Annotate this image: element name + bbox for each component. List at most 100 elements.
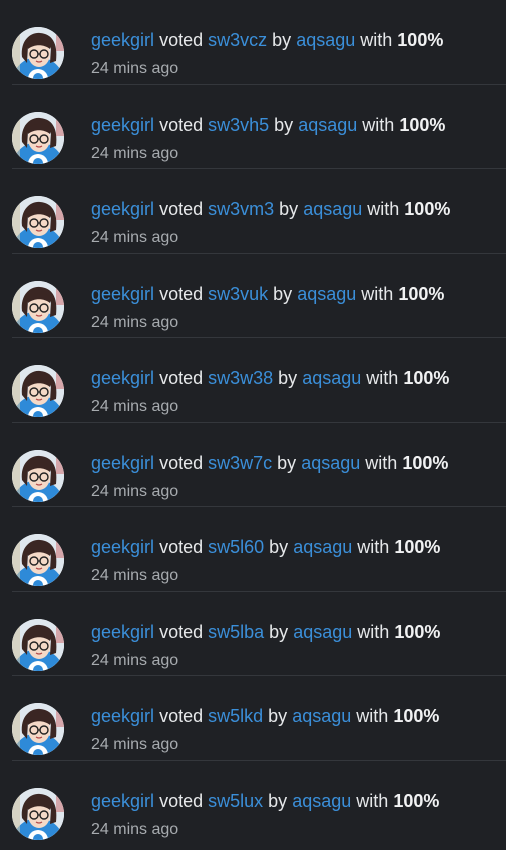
vote-summary: geekgirl voted sw5lba by aqsagu with 100… (91, 622, 440, 643)
action-text: voted (159, 30, 204, 50)
vote-list-item: geekgirl voted sw3w7c by aqsagu with 100… (12, 423, 506, 507)
post-link[interactable]: sw5lba (208, 622, 264, 642)
avatar-image (12, 27, 64, 79)
post-link[interactable]: sw5l60 (208, 537, 264, 557)
avatar-image (12, 703, 64, 755)
action-text: voted (159, 114, 204, 135)
avatar[interactable] (12, 280, 64, 333)
author-link[interactable]: aqsagu (293, 537, 352, 557)
vote-list-item: geekgirl voted sw3w38 by aqsagu with 100… (12, 338, 506, 423)
voter-link[interactable]: geekgirl (91, 706, 154, 726)
vote-weight: 100% (394, 537, 441, 557)
avatar-image (12, 196, 64, 248)
vote-list-item: geekgirl voted sw5lkd by aqsagu with 100… (12, 676, 506, 761)
author-link[interactable]: aqsagu (302, 368, 361, 388)
avatar-image (12, 365, 64, 417)
avatar[interactable] (12, 449, 64, 502)
with-text: with (366, 368, 399, 388)
avatar-image (12, 449, 64, 502)
timestamp: 24 mins ago (91, 820, 179, 838)
action-text: voted (159, 368, 204, 388)
vote-summary: geekgirl voted sw5lkd by aqsagu with 100… (91, 706, 439, 727)
author-link[interactable]: aqsagu (292, 791, 351, 811)
voter-link[interactable]: geekgirl (91, 368, 154, 388)
vote-weight: 100% (404, 199, 451, 219)
vote-weight: 100% (397, 30, 444, 50)
action-text: voted (159, 283, 204, 304)
by-text: by (274, 114, 294, 135)
avatar[interactable] (12, 365, 64, 417)
author-link[interactable]: aqsagu (293, 622, 352, 642)
avatar[interactable] (12, 27, 64, 79)
author-link[interactable]: aqsagu (292, 706, 351, 726)
vote-summary: geekgirl voted sw3vm3 by aqsagu with 100… (91, 199, 450, 220)
voter-link[interactable]: geekgirl (91, 199, 154, 219)
avatar-image (12, 280, 64, 333)
vote-list-item: geekgirl voted sw3vh5 by aqsagu with 100… (12, 85, 506, 169)
timestamp: 24 mins ago (91, 398, 179, 415)
voter-link[interactable]: geekgirl (91, 791, 154, 811)
avatar[interactable] (12, 111, 64, 164)
avatar-image (12, 111, 64, 164)
vote-summary: geekgirl voted sw3w7c by aqsagu with 100… (91, 453, 448, 474)
with-text: with (356, 790, 389, 811)
author-link[interactable]: aqsagu (297, 284, 356, 304)
author-link[interactable]: aqsagu (298, 115, 357, 135)
with-text: with (365, 452, 398, 473)
post-link[interactable]: sw3vh5 (208, 115, 269, 135)
avatar[interactable] (12, 787, 64, 840)
vote-summary: geekgirl voted sw3w38 by aqsagu with 100… (91, 368, 449, 389)
vote-summary: geekgirl voted sw3vcz by aqsagu with 100… (91, 30, 443, 51)
avatar[interactable] (12, 618, 64, 671)
by-text: by (269, 621, 289, 642)
timestamp: 24 mins ago (91, 736, 179, 753)
post-link[interactable]: sw5lkd (208, 706, 263, 726)
action-text: voted (159, 452, 204, 473)
timestamp: 24 mins ago (91, 313, 179, 331)
avatar[interactable] (12, 196, 64, 248)
by-text: by (278, 368, 298, 388)
post-link[interactable]: sw5lux (208, 791, 263, 811)
vote-summary: geekgirl voted sw5l60 by aqsagu with 100… (91, 537, 440, 558)
by-text: by (269, 537, 289, 557)
vote-weight: 100% (402, 452, 449, 473)
avatar-image (12, 534, 64, 586)
vote-weight: 100% (399, 114, 446, 135)
author-link[interactable]: aqsagu (301, 453, 360, 473)
with-text: with (357, 621, 390, 642)
voter-link[interactable]: geekgirl (91, 537, 154, 557)
vote-list-item: geekgirl voted sw5l60 by aqsagu with 100… (12, 507, 506, 592)
vote-summary: geekgirl voted sw3vuk by aqsagu with 100… (91, 284, 444, 305)
avatar[interactable] (12, 534, 64, 586)
action-text: voted (159, 621, 204, 642)
action-text: voted (159, 706, 204, 726)
voter-link[interactable]: geekgirl (91, 115, 154, 135)
action-text: voted (159, 537, 204, 557)
with-text: with (361, 283, 394, 304)
action-text: voted (159, 790, 204, 811)
by-text: by (268, 706, 288, 726)
vote-activity-feed: geekgirl voted sw3vcz by aqsagu with 100… (0, 0, 506, 850)
vote-weight: 100% (393, 790, 440, 811)
timestamp: 24 mins ago (91, 651, 179, 669)
by-text: by (268, 790, 288, 811)
author-link[interactable]: aqsagu (296, 30, 355, 50)
timestamp: 24 mins ago (91, 144, 179, 162)
vote-list-item: geekgirl voted sw3vm3 by aqsagu with 100… (12, 169, 506, 254)
with-text: with (357, 537, 390, 557)
timestamp: 24 mins ago (91, 60, 179, 77)
voter-link[interactable]: geekgirl (91, 30, 154, 50)
action-text: voted (159, 199, 204, 219)
avatar-image (12, 618, 64, 671)
post-link[interactable]: sw3vuk (208, 284, 268, 304)
post-link[interactable]: sw3w38 (208, 368, 273, 388)
voter-link[interactable]: geekgirl (91, 622, 154, 642)
post-link[interactable]: sw3w7c (208, 453, 272, 473)
avatar[interactable] (12, 703, 64, 755)
post-link[interactable]: sw3vm3 (208, 199, 274, 219)
voter-link[interactable]: geekgirl (91, 284, 154, 304)
voter-link[interactable]: geekgirl (91, 453, 154, 473)
post-link[interactable]: sw3vcz (208, 30, 267, 50)
vote-weight: 100% (403, 368, 450, 388)
author-link[interactable]: aqsagu (303, 199, 362, 219)
